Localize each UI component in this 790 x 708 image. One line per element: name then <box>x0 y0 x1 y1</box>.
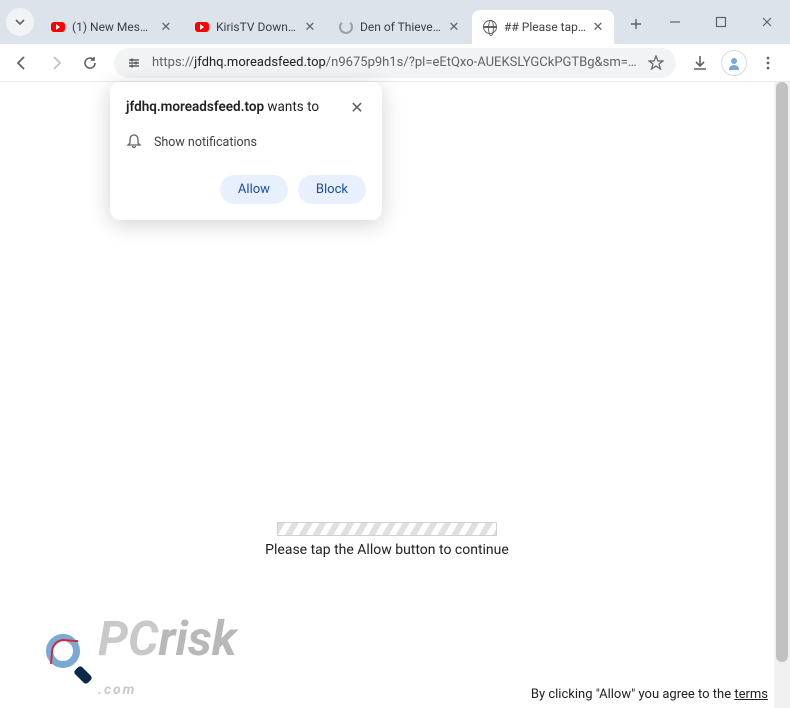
back-button[interactable] <box>8 49 36 77</box>
pcrisk-watermark: PCrisk .com <box>40 620 237 698</box>
loading-spinner-icon <box>338 19 354 35</box>
magnifier-icon <box>40 632 94 686</box>
close-icon[interactable]: ✕ <box>348 98 366 116</box>
tab-title: Den of Thieves 2 <box>360 20 442 34</box>
terms-text: By clicking "Allow" you agree to the ter… <box>531 687 768 702</box>
tab-title: KirisTV Download <box>216 20 298 34</box>
terms-link[interactable]: terms <box>734 687 768 702</box>
page-center-message: Please tap the Allow button to continue <box>0 522 774 558</box>
profile-button[interactable] <box>720 49 748 77</box>
youtube-icon <box>50 19 66 35</box>
close-icon[interactable]: ✕ <box>302 19 318 35</box>
window-controls <box>652 0 790 44</box>
scrollbar-thumb[interactable] <box>776 82 788 662</box>
tab-2[interactable]: Den of Thieves 2 ✕ <box>328 10 470 44</box>
globe-icon <box>482 19 498 35</box>
tab-0[interactable]: (1) New Message ✕ <box>40 10 182 44</box>
url-text: https://jfdhq.moreadsfeed.top/n9675p9h1s… <box>152 55 638 70</box>
reload-button[interactable] <box>76 49 104 77</box>
close-icon[interactable]: ✕ <box>158 19 174 35</box>
minimize-button[interactable] <box>652 0 698 44</box>
allow-button[interactable]: Allow <box>220 175 288 204</box>
download-button[interactable] <box>686 49 714 77</box>
tab-title: (1) New Message <box>72 20 154 34</box>
notification-title: jfdhq.moreadsfeed.top wants to <box>126 98 340 117</box>
address-bar[interactable]: https://jfdhq.moreadsfeed.top/n9675p9h1s… <box>114 48 676 78</box>
close-icon[interactable]: ✕ <box>446 19 462 35</box>
watermark-text: PCrisk .com <box>98 620 237 698</box>
tab-3-active[interactable]: ## Please tap the ✕ <box>472 10 614 44</box>
scrollbar[interactable] <box>774 82 790 708</box>
notification-site: jfdhq.moreadsfeed.top <box>126 99 264 115</box>
url-path: /n9675p9h1s/?pl=eEtQxo-AUEKSLYGCkPGTBg&s… <box>326 55 638 70</box>
maximize-button[interactable] <box>698 0 744 44</box>
url-scheme: https:// <box>152 55 194 70</box>
block-button[interactable]: Block <box>298 175 366 204</box>
url-host: jfdhq.moreadsfeed.top <box>194 55 326 70</box>
terms-prefix: By clicking "Allow" you agree to the <box>531 687 734 702</box>
close-icon[interactable]: ✕ <box>590 19 606 35</box>
notification-permission-dialog: jfdhq.moreadsfeed.top wants to ✕ Show no… <box>110 82 382 220</box>
bell-icon <box>126 133 142 153</box>
notification-wants-to: wants to <box>264 99 319 115</box>
close-window-button[interactable] <box>744 0 790 44</box>
new-tab-button[interactable] <box>622 10 650 38</box>
tab-1[interactable]: KirisTV Download ✕ <box>184 10 326 44</box>
menu-button[interactable] <box>754 49 782 77</box>
loading-text: Please tap the Allow button to continue <box>0 542 774 558</box>
titlebar: (1) New Message ✕ KirisTV Download ✕ Den… <box>0 0 790 44</box>
forward-button[interactable] <box>42 49 70 77</box>
loading-bar-icon <box>277 522 497 536</box>
youtube-icon <box>194 19 210 35</box>
notification-body: Show notifications <box>154 135 257 150</box>
bookmark-star-icon[interactable] <box>646 53 666 73</box>
search-tabs-button[interactable] <box>6 8 34 36</box>
site-settings-icon[interactable] <box>124 53 144 73</box>
toolbar: https://jfdhq.moreadsfeed.top/n9675p9h1s… <box>0 44 790 82</box>
tab-title: ## Please tap the <box>504 20 586 34</box>
